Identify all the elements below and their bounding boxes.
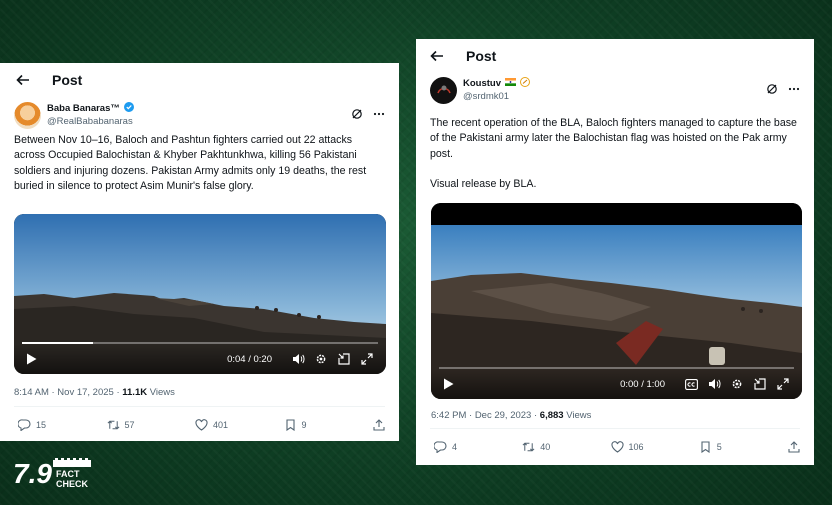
- video-player[interactable]: 0:04 / 0:20: [14, 214, 386, 374]
- post-header: Post: [416, 39, 814, 72]
- india-flag-icon: [505, 78, 516, 90]
- repost-count: 57: [124, 419, 135, 430]
- repost-count: 40: [540, 441, 551, 452]
- video-player[interactable]: 0:00 / 1:00: [431, 203, 802, 399]
- page-title: Post: [52, 72, 83, 88]
- like-count: 401: [213, 419, 229, 430]
- action-bar: 4 40 106 5: [434, 440, 800, 453]
- repost-icon: [107, 418, 120, 431]
- repost-button[interactable]: 57: [107, 418, 196, 431]
- tweet-meta: 8:14 AM · Nov 17, 2025 · 11.1K Views: [14, 387, 175, 398]
- video-progress-bar[interactable]: [439, 367, 794, 369]
- settings-gear-icon[interactable]: [730, 377, 744, 391]
- share-button[interactable]: [372, 418, 385, 431]
- action-bar: 15 57 401 9: [18, 418, 385, 431]
- more-options-icon[interactable]: [788, 82, 800, 100]
- tweet-timestamp[interactable]: 6:42 PM · Dec 29, 2023 ·: [431, 410, 540, 421]
- share-button[interactable]: [787, 440, 800, 453]
- tweet-text-line2: Visual release by BLA.: [430, 178, 537, 191]
- play-icon[interactable]: [443, 377, 457, 391]
- reply-icon: [18, 418, 31, 431]
- bookmark-icon: [284, 418, 297, 431]
- avatar[interactable]: [14, 101, 41, 129]
- repost-icon: [522, 440, 535, 453]
- back-arrow-icon[interactable]: [430, 49, 444, 63]
- heart-icon: [195, 418, 208, 431]
- reply-count: 4: [452, 441, 458, 452]
- logo-line2: CHECK: [56, 479, 89, 489]
- logo-mark: 7.9: [13, 458, 52, 489]
- tweet-meta: 6:42 PM · Dec 29, 2023 · 6,883 Views: [431, 410, 591, 421]
- views-label: Views: [147, 387, 175, 398]
- fullscreen-icon[interactable]: [776, 377, 790, 391]
- author-row: Baba Banaras™ @RealBababanaras: [0, 97, 399, 133]
- post-header: Post: [0, 63, 399, 97]
- org-badge-icon: [520, 77, 530, 91]
- logo-line1: FACT: [56, 469, 80, 479]
- bookmark-icon: [699, 440, 712, 453]
- tweet-text: The recent operation of the BLA, Baloch …: [430, 117, 797, 160]
- share-icon: [787, 440, 800, 453]
- author-handle[interactable]: @RealBababanaras: [47, 116, 134, 128]
- verified-badge-icon: [123, 102, 134, 116]
- video-time: 0:04 / 0:20: [227, 353, 272, 365]
- divider: [14, 406, 385, 407]
- fullscreen-icon[interactable]: [360, 352, 374, 366]
- volume-icon[interactable]: [707, 377, 721, 391]
- like-count: 106: [628, 441, 644, 452]
- repost-button[interactable]: 40: [522, 440, 610, 453]
- views-label: Views: [563, 410, 592, 421]
- video-progress-bar[interactable]: [22, 342, 378, 344]
- video-controls: 0:00 / 1:00: [431, 367, 802, 399]
- author-name[interactable]: Koustuv: [463, 78, 501, 90]
- pip-icon[interactable]: [337, 352, 351, 366]
- views-count: 11.1K: [122, 387, 148, 398]
- reply-icon: [434, 440, 447, 453]
- bookmark-button[interactable]: 9: [284, 418, 373, 431]
- video-time: 0:00 / 1:00: [620, 378, 665, 390]
- back-arrow-icon[interactable]: [16, 73, 30, 87]
- video-controls: 0:04 / 0:20: [14, 342, 386, 374]
- bookmark-button[interactable]: 5: [699, 440, 787, 453]
- grok-icon[interactable]: [351, 107, 363, 125]
- post-card-right: Post Koustuv @srdmk01 The recent operati…: [416, 39, 814, 465]
- reply-count: 15: [36, 419, 47, 430]
- author-name[interactable]: Baba Banaras™: [47, 103, 120, 115]
- bookmark-count: 5: [716, 441, 722, 452]
- post-card-left: Post Baba Banaras™ @RealBababanaras Betw…: [0, 63, 399, 441]
- volume-icon[interactable]: [291, 352, 305, 366]
- like-button[interactable]: 401: [195, 418, 284, 431]
- grok-icon[interactable]: [766, 82, 778, 100]
- page-title: Post: [466, 47, 497, 64]
- fact-check-logo: 7.9 FACT CHECK: [13, 455, 95, 491]
- author-row: Koustuv @srdmk01: [416, 72, 814, 108]
- captions-icon[interactable]: [684, 377, 698, 391]
- views-count: 6,883: [539, 410, 564, 421]
- heart-icon: [610, 440, 624, 453]
- share-icon: [372, 418, 385, 431]
- tweet-text: Between Nov 10–16, Baloch and Pashtun fi…: [14, 134, 367, 193]
- more-options-icon[interactable]: [373, 107, 385, 125]
- reply-button[interactable]: 4: [434, 440, 522, 453]
- author-handle[interactable]: @srdmk01: [463, 91, 530, 103]
- settings-gear-icon[interactable]: [314, 352, 328, 366]
- pip-icon[interactable]: [753, 377, 767, 391]
- avatar[interactable]: [430, 76, 457, 104]
- play-icon[interactable]: [26, 352, 40, 366]
- bookmark-count: 9: [301, 419, 307, 430]
- tweet-timestamp[interactable]: 8:14 AM · Nov 17, 2025 ·: [14, 387, 122, 398]
- divider: [430, 428, 800, 429]
- like-button[interactable]: 106: [610, 440, 699, 453]
- reply-button[interactable]: 15: [18, 418, 107, 431]
